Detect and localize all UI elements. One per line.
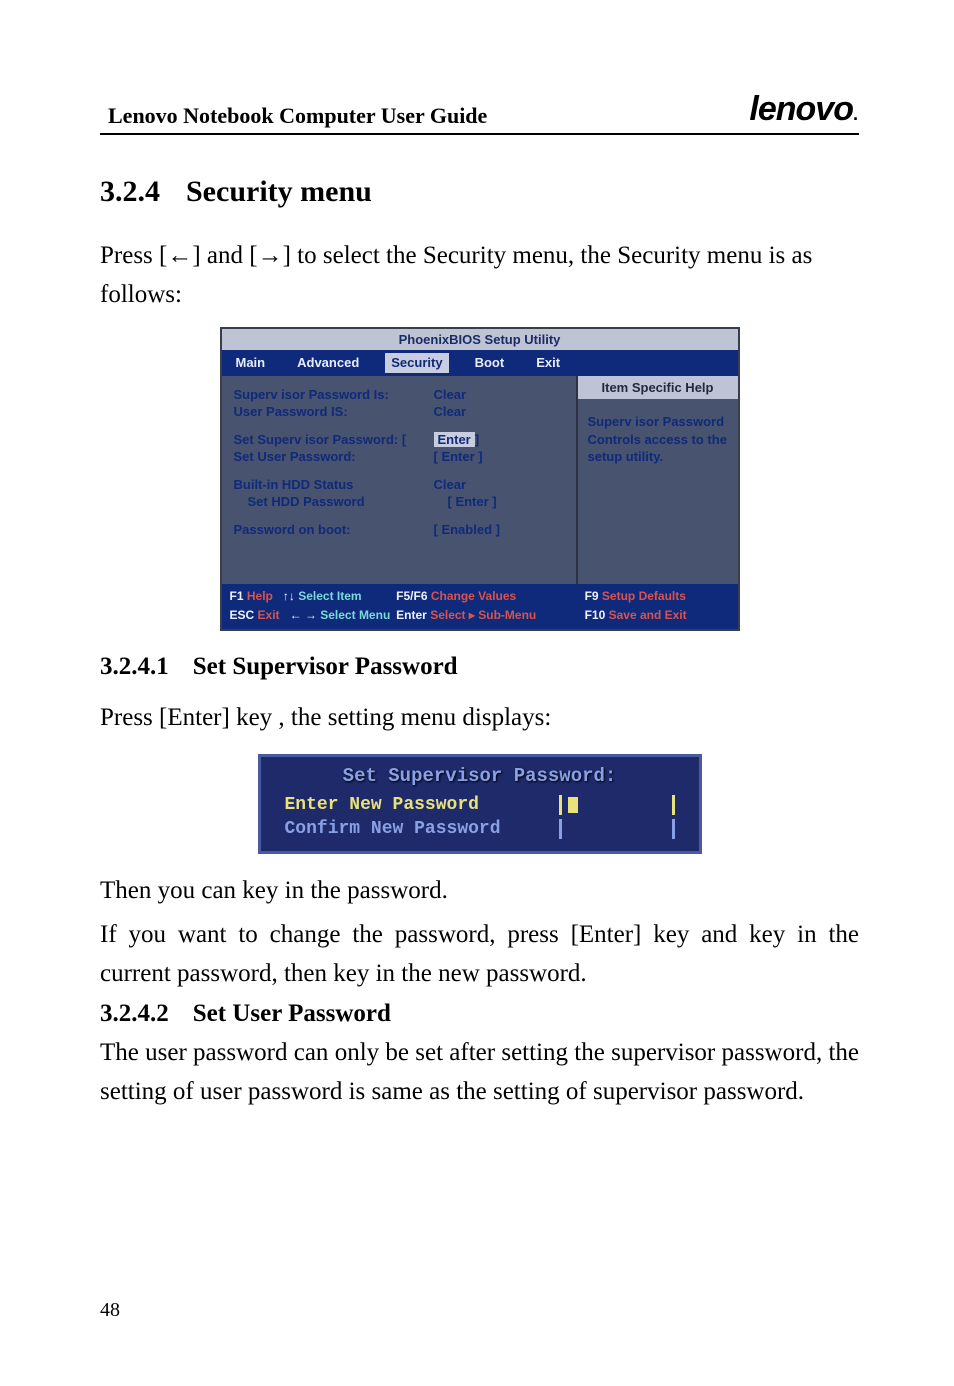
key-label: F10 <box>585 608 606 622</box>
sub1-p1: Press [Enter] key , the setting menu dis… <box>100 699 859 738</box>
bios-help-line: Controls access to the <box>588 431 728 449</box>
key-action: Select ▸ Sub-Menu <box>430 608 536 622</box>
bios-tab-advanced[interactable]: Advanced <box>291 353 365 373</box>
pw-label-enter-new: Enter New Password <box>285 795 479 815</box>
pw-rows: Enter New Password Confirm New Password <box>261 795 699 839</box>
bios-label: Superv isor Password Is: <box>234 386 434 404</box>
bios-tabs: Main Advanced Security Boot Exit <box>222 350 738 376</box>
lenovo-logo: lenovo. <box>749 90 859 129</box>
header-title: Lenovo Notebook Computer User Guide <box>100 103 487 129</box>
bios-help-line: setup utility. <box>588 448 728 466</box>
key-action: Change Values <box>431 589 516 603</box>
bios-tab-exit[interactable]: Exit <box>530 353 566 373</box>
bios-label: User Password IS: <box>234 403 434 421</box>
bios-row-set-hdd-pw[interactable]: Set HDD Password [ Enter ] <box>234 493 564 511</box>
bios-value: [ Enter ] <box>434 448 483 466</box>
footer-cell: F9 Setup Defaults <box>585 588 730 604</box>
key-action: Select Item <box>298 589 361 603</box>
bios-label: Password on boot: <box>234 521 434 539</box>
pw-row-enter-new: Enter New Password <box>285 795 675 815</box>
section-title: Security menu <box>186 175 372 208</box>
key-action: Save and Exit <box>609 608 687 622</box>
subsection-number: 3.2.4.1 <box>100 653 169 681</box>
key-label: ← → <box>290 608 317 622</box>
bios-left-panel: Superv isor Password Is: Clear User Pass… <box>222 376 576 585</box>
key-label: F1 <box>230 589 244 603</box>
key-label: F9 <box>585 589 599 603</box>
bios-screenshot: PhoenixBIOS Setup Utility Main Advanced … <box>220 327 740 631</box>
bios-row-pw-on-boot[interactable]: Password on boot: [ Enabled ] <box>234 521 564 539</box>
sub2-p1: The user password can only be set after … <box>100 1034 859 1112</box>
bios-value-highlight: Enter <box>434 432 475 447</box>
bios-help-header: Item Specific Help <box>578 376 738 400</box>
bios-row-sup-pw-is: Superv isor Password Is: Clear <box>234 386 564 404</box>
bios-tab-security[interactable]: Security <box>385 353 448 373</box>
subsection-title: Set User Password <box>193 1000 391 1027</box>
lenovo-dot: . <box>853 104 857 124</box>
subsection-number: 3.2.4.2 <box>100 1000 169 1028</box>
section-number: 3.2.4 <box>100 175 160 209</box>
after-pw-p2: If you want to change the password, pres… <box>100 916 859 994</box>
key-action: Setup Defaults <box>602 589 686 603</box>
cursor-icon <box>568 797 578 813</box>
section-heading: 3.2.4 Security menu <box>100 175 859 209</box>
pw-dialog-title: Set Supervisor Password: <box>261 765 699 787</box>
bios-value-wrap: Enter] <box>434 431 480 449</box>
footer-cell: F10 Save and Exit <box>585 607 730 623</box>
bios-row-hdd-status: Built-in HDD Status Clear <box>234 476 564 494</box>
password-dialog-screenshot: Set Supervisor Password: Enter New Passw… <box>258 754 702 854</box>
footer-cell: Enter Select ▸ Sub-Menu <box>396 607 584 623</box>
footer-cell: ESC Exit ← → Select Menu <box>230 607 397 623</box>
bios-value: [ Enter ] <box>448 493 497 511</box>
subsection-heading-2: 3.2.4.2 Set User Password <box>100 1000 859 1028</box>
bios-main: Superv isor Password Is: Clear User Pass… <box>222 376 738 585</box>
key-action: Help <box>247 589 273 603</box>
key-label: Enter <box>396 608 427 622</box>
key-label: ESC <box>230 608 255 622</box>
bios-value: Clear <box>434 386 467 404</box>
subsection-title: Set Supervisor Password <box>193 653 458 680</box>
bios-tab-main[interactable]: Main <box>230 353 272 373</box>
pw-label-confirm: Confirm New Password <box>285 819 501 839</box>
bios-label: Set HDD Password <box>234 493 448 511</box>
bios-tab-boot[interactable]: Boot <box>469 353 511 373</box>
bios-value: [ Enabled ] <box>434 521 500 539</box>
bios-value: Clear <box>434 476 467 494</box>
key-label: ↑↓ <box>283 589 295 603</box>
key-action: Exit <box>258 608 280 622</box>
pw-field-new[interactable] <box>559 795 675 815</box>
page-header: Lenovo Notebook Computer User Guide leno… <box>100 90 859 135</box>
bios-row-set-sup-pw[interactable]: Set Superv isor Password: [ Enter] <box>234 431 564 449</box>
bios-value-close: ] <box>475 432 479 447</box>
bios-help-body: Superv isor Password Controls access to … <box>578 399 738 480</box>
key-action: Select Menu <box>320 608 390 622</box>
lenovo-word: lenovo <box>749 90 853 128</box>
footer-cell: F5/F6 Change Values <box>396 588 584 604</box>
after-pw-p1: Then you can key in the password. <box>100 872 859 911</box>
bios-row-set-user-pw[interactable]: Set User Password: [ Enter ] <box>234 448 564 466</box>
key-label: F5/F6 <box>396 589 427 603</box>
footer-cell: F1 Help ↑↓ Select Item <box>230 588 397 604</box>
bios-label: Set Superv isor Password: [ <box>234 431 434 449</box>
bios-help-panel: Item Specific Help Superv isor Password … <box>576 376 738 585</box>
bios-row-user-pw-is: User Password IS: Clear <box>234 403 564 421</box>
section-intro: Press [←] and [→] to select the Security… <box>100 237 859 315</box>
pw-row-confirm: Confirm New Password <box>285 819 675 839</box>
bios-label: Set User Password: <box>234 448 434 466</box>
bios-utility-title: PhoenixBIOS Setup Utility <box>222 329 738 351</box>
bios-value: Clear <box>434 403 467 421</box>
bios-label: Built-in HDD Status <box>234 476 434 494</box>
bios-footer: F1 Help ↑↓ Select Item F5/F6 Change Valu… <box>222 584 738 628</box>
subsection-heading-1: 3.2.4.1 Set Supervisor Password <box>100 653 859 681</box>
pw-field-confirm[interactable] <box>559 819 675 839</box>
bios-help-line: Superv isor Password <box>588 413 728 431</box>
page-number: 48 <box>100 1299 120 1322</box>
